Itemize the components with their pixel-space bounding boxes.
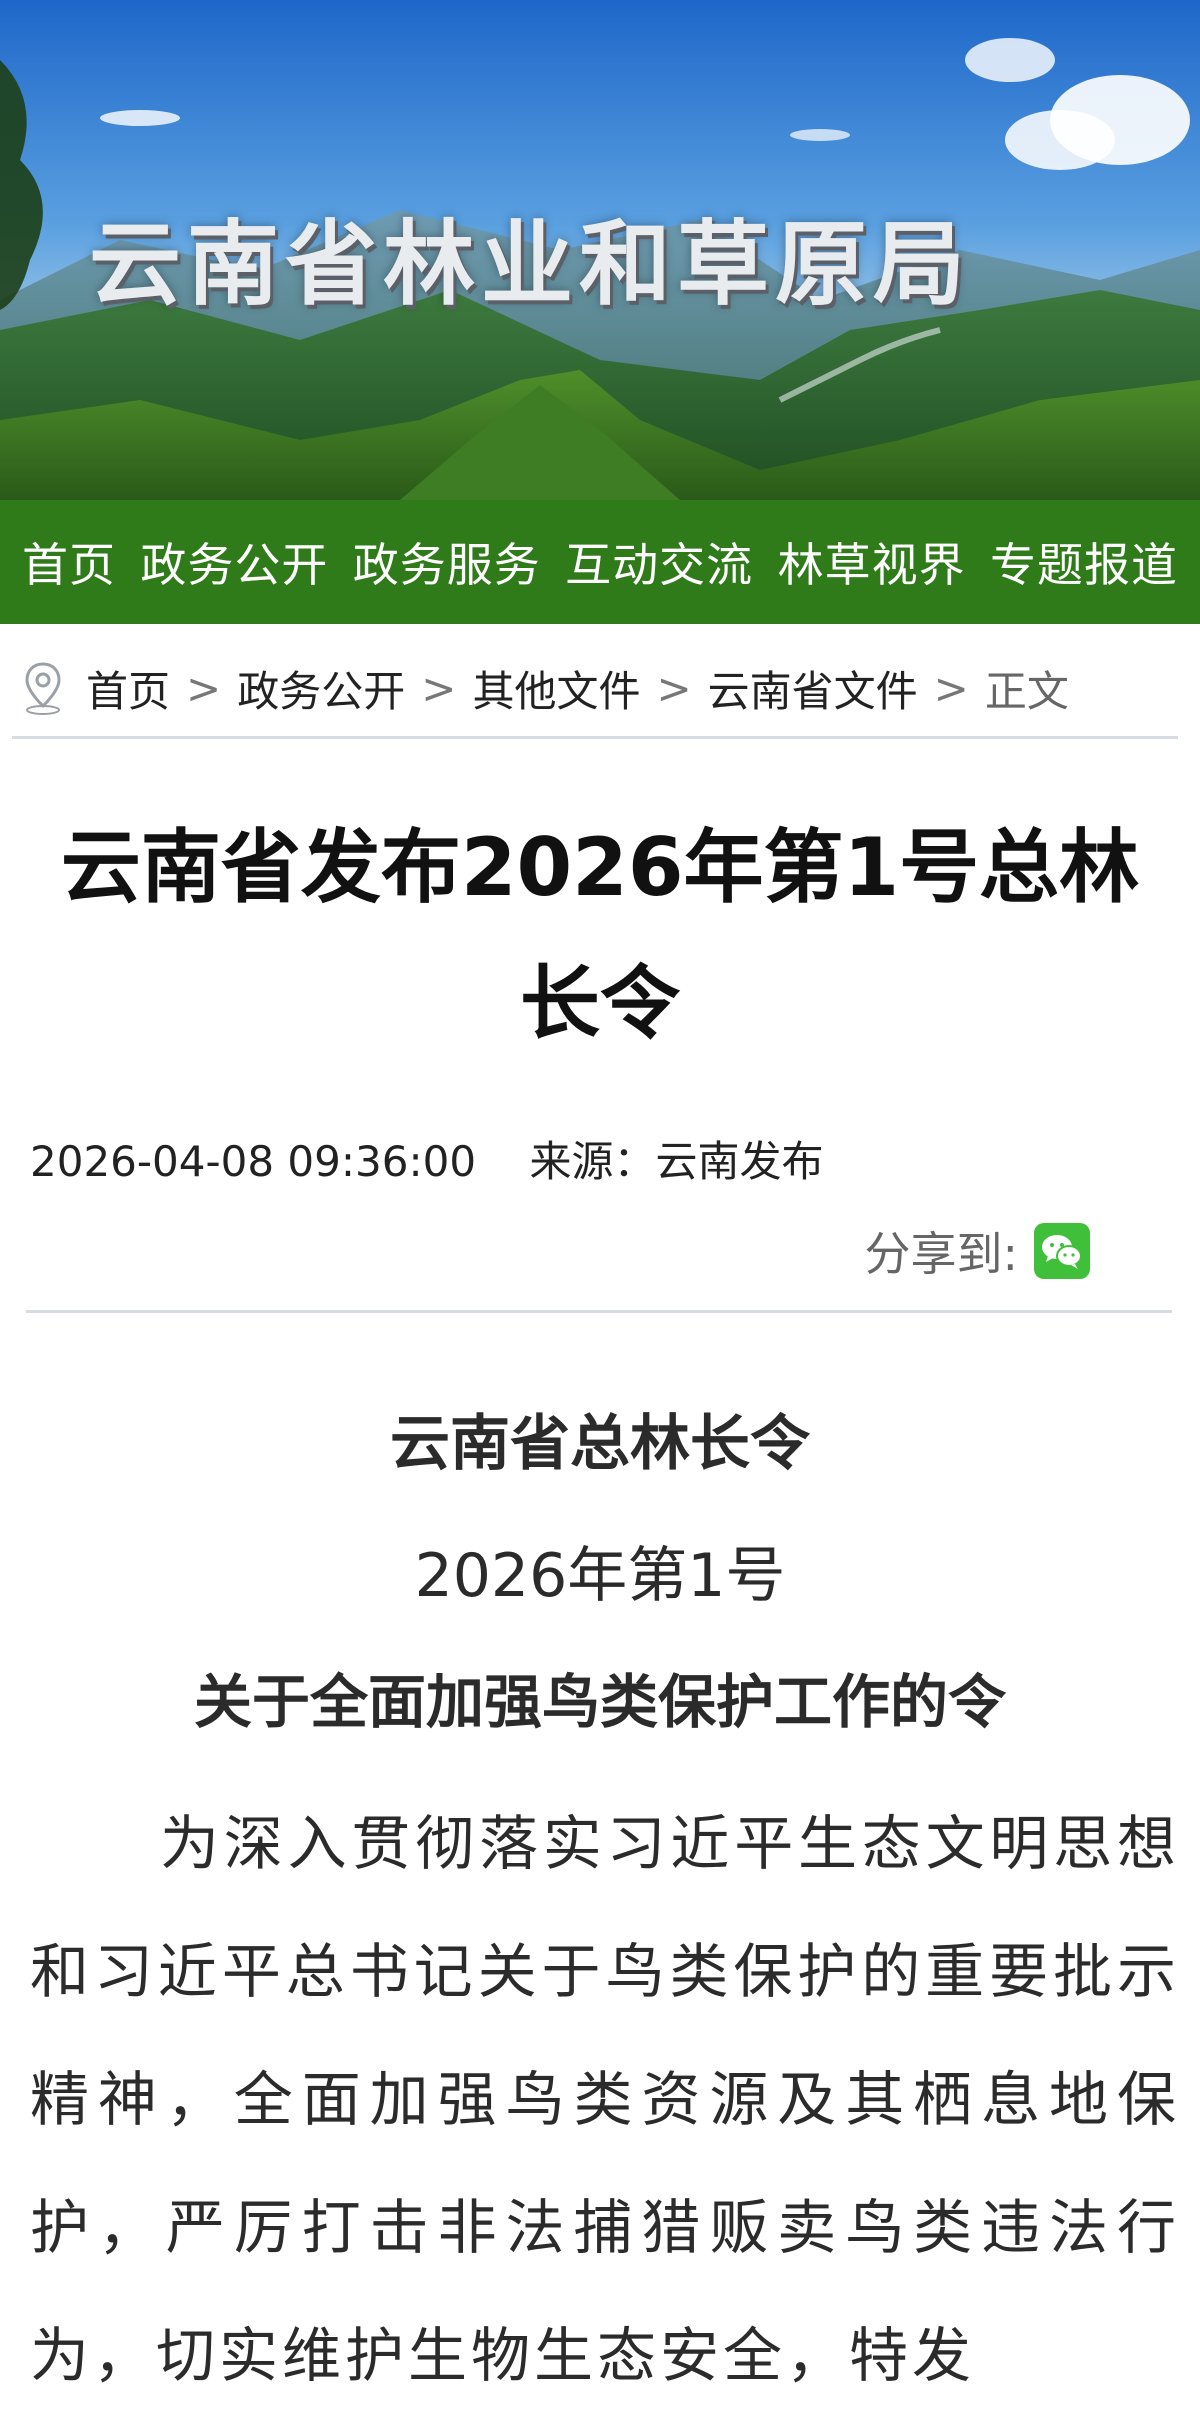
breadcrumb-yunnan-documents[interactable]: 云南省文件 bbox=[708, 658, 918, 719]
divider bbox=[26, 1310, 1172, 1313]
article-meta: 2026-04-08 09:36:00 来源：云南发布 bbox=[30, 1128, 823, 1189]
breadcrumb-separator: > bbox=[186, 663, 222, 713]
article-title: 云南省发布2026年第1号总林长令 bbox=[60, 821, 1140, 1050]
source-label: 来源： bbox=[529, 1137, 656, 1186]
source-name: 云南发布 bbox=[655, 1137, 824, 1186]
article-body-paragraph: 为深入贯彻落实习近平生态文明思想和习近平总书记关于鸟类保护的重要批示精神，全面加… bbox=[30, 1809, 1180, 2390]
breadcrumb-separator: > bbox=[421, 663, 457, 713]
order-subject: 关于全面加强鸟类保护工作的令 bbox=[193, 1668, 1006, 1736]
order-title: 云南省总林长令 bbox=[390, 1409, 810, 1479]
nav-item-services[interactable]: 政务服务 bbox=[353, 529, 541, 595]
breadcrumb-home[interactable]: 首页 bbox=[86, 658, 170, 719]
share-bar: 分享到: bbox=[864, 1218, 1090, 1284]
nav-item-home[interactable]: 首页 bbox=[22, 529, 116, 595]
order-number: 2026年第1号 bbox=[414, 1541, 786, 1611]
nav-item-special-reports[interactable]: 专题报道 bbox=[990, 529, 1178, 595]
site-banner: 云南省林业和草原局 bbox=[0, 0, 1200, 500]
wechat-icon[interactable] bbox=[1034, 1223, 1090, 1279]
breadcrumb-other-documents[interactable]: 其他文件 bbox=[472, 658, 640, 719]
share-label: 分享到: bbox=[864, 1227, 1019, 1281]
breadcrumb-government-affairs[interactable]: 政务公开 bbox=[237, 658, 405, 719]
nav-item-government-affairs[interactable]: 政务公开 bbox=[140, 529, 328, 595]
breadcrumb-current: 正文 bbox=[984, 666, 1069, 716]
nav-item-interaction[interactable]: 互动交流 bbox=[565, 529, 753, 595]
nav-item-forest-vision[interactable]: 林草视界 bbox=[778, 529, 966, 595]
breadcrumb: 首页 > 政务公开 > 其他文件 > 云南省文件 > 正文 bbox=[12, 640, 1178, 739]
main-nav: 首页 政务公开 政务服务 互动交流 林草视界 专题报道 bbox=[0, 500, 1200, 624]
publish-datetime: 2026-04-08 09:36:00 bbox=[30, 1137, 477, 1186]
location-pin-icon bbox=[25, 662, 61, 715]
breadcrumb-separator: > bbox=[933, 663, 969, 713]
breadcrumb-separator: > bbox=[656, 663, 692, 713]
site-title: 云南省林业和草原局 bbox=[88, 211, 971, 318]
